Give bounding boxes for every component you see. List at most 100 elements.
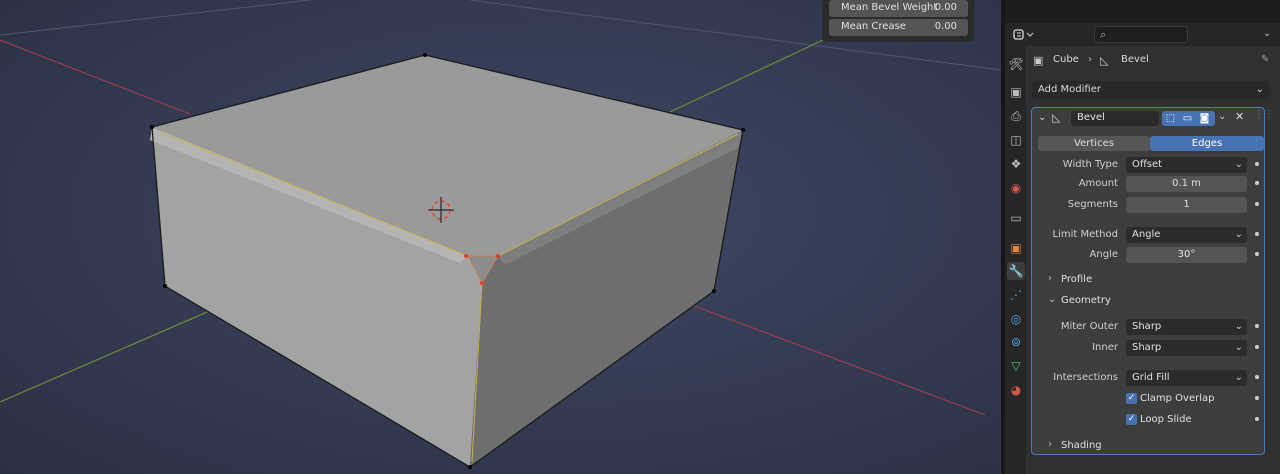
profile-subpanel-header[interactable]: › Profile <box>1032 271 1264 289</box>
loop-slide-row: ✓ Loop Slide <box>1032 412 1264 429</box>
top-bar <box>1005 0 1280 23</box>
keyframe-dot[interactable] <box>1255 162 1259 166</box>
limit-method-row: Limit Method Angle ⌄ <box>1032 227 1264 244</box>
collection-tab-icon[interactable]: ▭ <box>1007 209 1025 227</box>
segments-field[interactable]: 1 <box>1126 197 1247 213</box>
object-tab-icon[interactable]: ▣ <box>1007 239 1025 257</box>
modifier-menu-chevron-icon[interactable]: ⌄ <box>1218 111 1226 122</box>
clamp-overlap-checkbox[interactable]: ✓ <box>1126 393 1137 404</box>
vertex <box>741 128 745 132</box>
properties-header: ⌕ ⌄ <box>1005 23 1280 46</box>
vertex <box>468 465 472 469</box>
chevron-right-icon: › <box>1048 439 1052 450</box>
data-tab-icon[interactable]: ▽ <box>1007 357 1025 375</box>
mean-crease-field[interactable]: Mean Crease 0.00 <box>829 19 968 36</box>
physics-tab-icon[interactable]: ◎ <box>1007 310 1025 328</box>
modifier-visibility-toggles: ⬚ ▭ ◙ <box>1162 111 1215 126</box>
geometry-subpanel-header[interactable]: ⌄ Geometry <box>1032 292 1264 310</box>
realtime-icon[interactable]: ▭ <box>1179 111 1196 126</box>
keyframe-dot[interactable] <box>1255 345 1259 349</box>
render-tab-icon[interactable]: ▣ <box>1007 83 1025 101</box>
properties-editor: ⌕ ⌄ 🛠 ▣ ⎙ ◫ ❖ ◉ ▭ ▣ 🔧 ⋰ ◎ ⊚ ▽ ◕ ▣ Cube ›… <box>1005 0 1280 474</box>
3d-viewport[interactable]: Mean Bevel Weight 0.00 Mean Crease 0.00 <box>0 0 1001 474</box>
amount-field[interactable]: 0.1 m <box>1126 176 1247 192</box>
properties-tabs: 🛠 ▣ ⎙ ◫ ❖ ◉ ▭ ▣ 🔧 ⋰ ◎ ⊚ ▽ ◕ <box>1005 46 1026 474</box>
intersections-dropdown[interactable]: Grid Fill ⌄ <box>1126 370 1247 386</box>
drag-handle-icon[interactable]: ⋮⋮ <box>1254 109 1274 120</box>
search-input[interactable]: ⌕ <box>1094 26 1188 43</box>
tool-tab-icon[interactable]: 🛠 <box>1007 55 1025 73</box>
chevron-down-icon: ⌄ <box>1234 321 1243 332</box>
constraints-tab-icon[interactable]: ⊚ <box>1007 333 1025 351</box>
wrench-icon[interactable]: 🔧 <box>1007 262 1025 280</box>
width-type-row: Width Type Offset ⌄ <box>1032 157 1264 174</box>
chevron-right-icon: › <box>1048 273 1052 284</box>
bevel-modifier-panel: ⌄ ◺ Bevel ⬚ ▭ ◙ ⌄ ✕ ⋮⋮ Vertices Edges Wi… <box>1031 107 1274 455</box>
y-axis-line <box>669 39 824 113</box>
clamp-overlap-row: ✓ Clamp Overlap <box>1032 391 1264 408</box>
collapse-chevron-icon[interactable]: ⌄ <box>1038 112 1046 123</box>
keyframe-dot[interactable] <box>1255 232 1259 236</box>
keyframe-dot[interactable] <box>1255 202 1259 206</box>
affect-edges-button[interactable]: Edges <box>1150 136 1264 151</box>
chevron-down-icon: ⌄ <box>1255 84 1264 95</box>
vertex <box>150 125 154 129</box>
x-axis-line <box>0 39 191 115</box>
selected-vertex <box>496 254 500 258</box>
viewport-scene <box>0 0 1001 469</box>
keyframe-dot[interactable] <box>1255 324 1259 328</box>
keyframe-dot[interactable] <box>1255 396 1259 400</box>
material-tab-icon[interactable]: ◕ <box>1007 381 1025 399</box>
keyframe-dot[interactable] <box>1255 375 1259 379</box>
breadcrumb: ▣ Cube › ◺ Bevel ✎ <box>1026 46 1280 74</box>
affect-toggle: Vertices Edges <box>1038 136 1264 151</box>
angle-row: Angle 30° <box>1032 247 1264 264</box>
chevron-down-icon: ⌄ <box>1234 159 1243 170</box>
bevel-modifier-icon: ◺ <box>1052 111 1061 124</box>
scene-tab-icon[interactable]: ❖ <box>1007 155 1025 173</box>
vertex <box>423 53 427 57</box>
vertex <box>163 284 167 288</box>
grid-line <box>0 0 311 36</box>
keyframe-dot[interactable] <box>1255 417 1259 421</box>
miter-outer-dropdown[interactable]: Sharp ⌄ <box>1126 319 1247 335</box>
limit-method-dropdown[interactable]: Angle ⌄ <box>1126 227 1247 243</box>
properties-content: ▣ Cube › ◺ Bevel ✎ Add Modifier ⌄ ⌄ ◺ Be… <box>1026 46 1280 474</box>
mean-bevel-weight-field[interactable]: Mean Bevel Weight 0.00 <box>829 0 968 17</box>
intersections-row: Intersections Grid Fill ⌄ <box>1032 370 1264 387</box>
chevron-down-icon: ⌄ <box>1234 342 1243 353</box>
view-layer-tab-icon[interactable]: ◫ <box>1007 131 1025 149</box>
search-icon: ⌕ <box>1100 28 1107 41</box>
mesh-object-icon: ▣ <box>1033 54 1044 67</box>
segments-row: Segments 1 <box>1032 197 1264 214</box>
keyframe-dot[interactable] <box>1255 252 1259 256</box>
add-modifier-button[interactable]: Add Modifier ⌄ <box>1032 81 1269 99</box>
editor-type-button[interactable] <box>1009 26 1037 43</box>
miter-inner-dropdown[interactable]: Sharp ⌄ <box>1126 340 1247 356</box>
shading-subpanel-header[interactable]: › Shading <box>1032 437 1264 455</box>
keyframe-dot[interactable] <box>1255 181 1259 185</box>
bevel-modifier-icon: ◺ <box>1100 54 1109 67</box>
pin-icon[interactable]: ✎ <box>1261 54 1269 65</box>
edit-mode-icon[interactable]: ⬚ <box>1162 111 1179 126</box>
chevron-down-icon: ⌄ <box>1234 372 1243 383</box>
particles-tab-icon[interactable]: ⋰ <box>1007 286 1025 304</box>
chevron-down-icon: ⌄ <box>1234 229 1243 240</box>
angle-field[interactable]: 30° <box>1126 247 1247 263</box>
chevron-down-icon[interactable]: ⌄ <box>1263 28 1271 39</box>
chevron-down-icon: ⌄ <box>1048 294 1057 305</box>
modifier-name-field[interactable]: Bevel <box>1071 111 1159 126</box>
close-icon[interactable]: ✕ <box>1235 110 1244 123</box>
world-tab-icon[interactable]: ◉ <box>1007 179 1025 197</box>
output-tab-icon[interactable]: ⎙ <box>1007 107 1025 125</box>
affect-vertices-button[interactable]: Vertices <box>1038 136 1150 151</box>
loop-slide-checkbox[interactable]: ✓ <box>1126 414 1137 425</box>
render-icon[interactable]: ◙ <box>1196 111 1213 126</box>
amount-row: Amount 0.1 m <box>1032 176 1264 193</box>
miter-inner-row: Inner Sharp ⌄ <box>1032 340 1264 357</box>
width-type-dropdown[interactable]: Offset ⌄ <box>1126 157 1247 173</box>
mean-values-panel: Mean Bevel Weight 0.00 Mean Crease 0.00 <box>822 0 974 42</box>
miter-outer-row: Miter Outer Sharp ⌄ <box>1032 319 1264 336</box>
selected-vertex <box>480 281 484 285</box>
editor-type-icon <box>1013 29 1034 40</box>
